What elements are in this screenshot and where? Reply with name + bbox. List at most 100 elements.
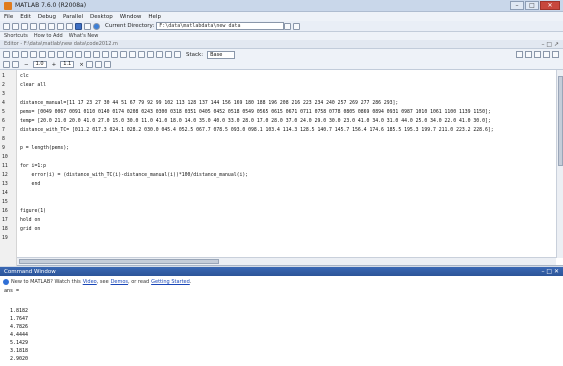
editor-open-icon[interactable] <box>12 51 19 58</box>
cut-icon[interactable] <box>21 22 28 30</box>
output-value: 1.7647 <box>10 316 29 322</box>
maximize-editor-icon[interactable] <box>552 51 559 58</box>
getting-started-link[interactable]: Getting Started <box>151 279 190 285</box>
menu-help[interactable]: Help <box>148 14 161 20</box>
editor-horizontal-scrollbar[interactable] <box>17 257 556 265</box>
code-line[interactable]: 16 figure(1) <box>0 207 563 216</box>
editor-print-icon[interactable] <box>75 51 82 58</box>
code-line[interactable]: 7 distance_with_TC= [011.2 017.3 024.1 02… <box>0 126 563 135</box>
show-cell-titles-icon[interactable] <box>103 61 111 68</box>
undo-icon[interactable] <box>48 22 55 30</box>
scrollbar-thumb[interactable] <box>19 259 219 264</box>
menu-parallel[interactable]: Parallel <box>63 14 83 20</box>
code-line[interactable]: 5 pems= [0049 0067 0091 0110 0140 0174 02… <box>0 108 563 117</box>
code-line[interactable]: 17 hold on <box>0 216 563 225</box>
code-line[interactable]: 12 error(i) = (distance_with_TC(i)-dista… <box>0 171 563 180</box>
command-window-controls-icon[interactable]: – □ ✕ <box>541 268 559 275</box>
step-out-icon[interactable] <box>156 51 163 58</box>
code-line[interactable]: 15 <box>0 198 563 207</box>
cell-minus-value[interactable]: 1.0 <box>32 61 47 68</box>
new-file-icon[interactable] <box>3 22 10 30</box>
editor-cut-icon[interactable] <box>30 51 37 58</box>
current-directory-input[interactable]: F:\data\matlabdata\new data <box>156 22 285 30</box>
editor-window-controls-icon[interactable]: – □ ↗ <box>541 41 559 48</box>
back-icon[interactable] <box>93 51 100 58</box>
editor-new-icon[interactable] <box>3 51 10 58</box>
dropdown-arrow-icon[interactable] <box>284 22 292 30</box>
editor-paste-icon[interactable] <box>48 51 55 58</box>
code-line[interactable]: 9p = length(pems); <box>0 144 563 153</box>
menu-debug[interactable]: Debug <box>38 14 56 20</box>
stack-select[interactable]: Base <box>207 50 236 59</box>
info-icon <box>3 279 9 285</box>
redo-icon[interactable] <box>57 22 64 30</box>
profiler-icon[interactable] <box>84 22 91 30</box>
cell-divide-icon[interactable] <box>85 61 93 68</box>
step-in-icon[interactable] <box>147 51 154 58</box>
code-line[interactable]: 19 <box>0 234 563 243</box>
menu-edit[interactable]: Edit <box>20 14 31 20</box>
code-editor[interactable]: 1 clc 2 clear all 3 4 distance_manual=[11 1… <box>0 70 563 266</box>
clear-breakpoints-icon[interactable] <box>129 51 136 58</box>
editor-copy-icon[interactable] <box>39 51 46 58</box>
tile-icon[interactable] <box>516 51 523 58</box>
code-line[interactable]: 4 distance_manual=[11 17 23 27 30 44 51 6… <box>0 99 563 108</box>
cell-plus-value[interactable]: 1.1 <box>60 61 75 68</box>
code-line[interactable]: 1 clc <box>0 72 563 81</box>
output-value: 5.1429 <box>10 340 29 346</box>
menu-window[interactable]: Window <box>120 14 142 20</box>
editor-save-icon[interactable] <box>21 51 28 58</box>
window-controls: – □ ✕ <box>509 1 560 10</box>
output-value: 4.7826 <box>10 324 29 330</box>
code-line[interactable]: 13 end <box>0 180 563 189</box>
code-line[interactable]: 14 <box>0 189 563 198</box>
editor-redo-icon[interactable] <box>66 51 73 58</box>
split-horizontal-icon[interactable] <box>525 51 532 58</box>
breakpoint-icon[interactable] <box>120 51 127 58</box>
code-line[interactable]: 3 <box>0 90 563 99</box>
info-bar: New to MATLAB? Watch this Video , see De… <box>3 278 191 286</box>
paste-icon[interactable] <box>39 22 46 30</box>
simulink-icon[interactable] <box>66 22 73 30</box>
function-icon[interactable] <box>111 51 118 58</box>
copy-icon[interactable] <box>30 22 37 30</box>
browse-folder-icon[interactable] <box>293 22 301 30</box>
command-window[interactable]: New to MATLAB? Watch this Video , see De… <box>0 276 563 366</box>
code-line[interactable]: 8 <box>0 135 563 144</box>
exit-debug-icon[interactable] <box>174 51 181 58</box>
code-line[interactable]: 18 grid on <box>0 225 563 234</box>
video-link[interactable]: Video <box>83 279 97 285</box>
menu-file[interactable]: File <box>4 14 13 20</box>
split-vertical-icon[interactable] <box>534 51 541 58</box>
shortcuts-bar: Shortcuts How to Add What's New <box>0 32 563 40</box>
code-line[interactable]: 6 temp= [20.0 21.0 20.0 41.0 27.0 15.0 30… <box>0 117 563 126</box>
demos-link[interactable]: Demos <box>111 279 128 285</box>
editor-vertical-scrollbar[interactable] <box>556 70 563 258</box>
help-icon[interactable] <box>93 22 100 30</box>
editor-title-bar: Editor - F:\data\matlab\new data\code201… <box>0 40 563 49</box>
cell-eval-icon[interactable] <box>3 61 10 68</box>
forward-icon[interactable] <box>102 51 109 58</box>
step-icon[interactable] <box>138 51 145 58</box>
cell-eval-advance-icon[interactable] <box>12 61 19 68</box>
whats-new-link[interactable]: What's New <box>69 33 99 39</box>
cell-multiply-icon[interactable] <box>94 61 102 68</box>
code-line[interactable]: 2 clear all <box>0 81 563 90</box>
main-toolbar: Current Directory: F:\data\matlabdata\ne… <box>0 21 563 32</box>
maximize-button[interactable]: □ <box>525 1 539 10</box>
continue-icon[interactable] <box>165 51 172 58</box>
guide-icon[interactable] <box>75 22 82 30</box>
editor-undo-icon[interactable] <box>57 51 64 58</box>
code-line[interactable]: 10 <box>0 153 563 162</box>
how-to-add-link[interactable]: How to Add <box>34 33 63 39</box>
layout-icons <box>514 51 559 58</box>
float-icon[interactable] <box>543 51 550 58</box>
close-button[interactable]: ✕ <box>540 1 560 10</box>
code-line[interactable]: 11 for i=1:p <box>0 162 563 171</box>
open-file-icon[interactable] <box>12 22 19 30</box>
scrollbar-thumb[interactable] <box>558 76 563 166</box>
minimize-button[interactable]: – <box>510 1 524 10</box>
menu-desktop[interactable]: Desktop <box>90 14 113 20</box>
title-bar: MATLAB 7.6.0 (R2008a) – □ ✕ <box>0 0 563 12</box>
find-icon[interactable] <box>84 51 91 58</box>
